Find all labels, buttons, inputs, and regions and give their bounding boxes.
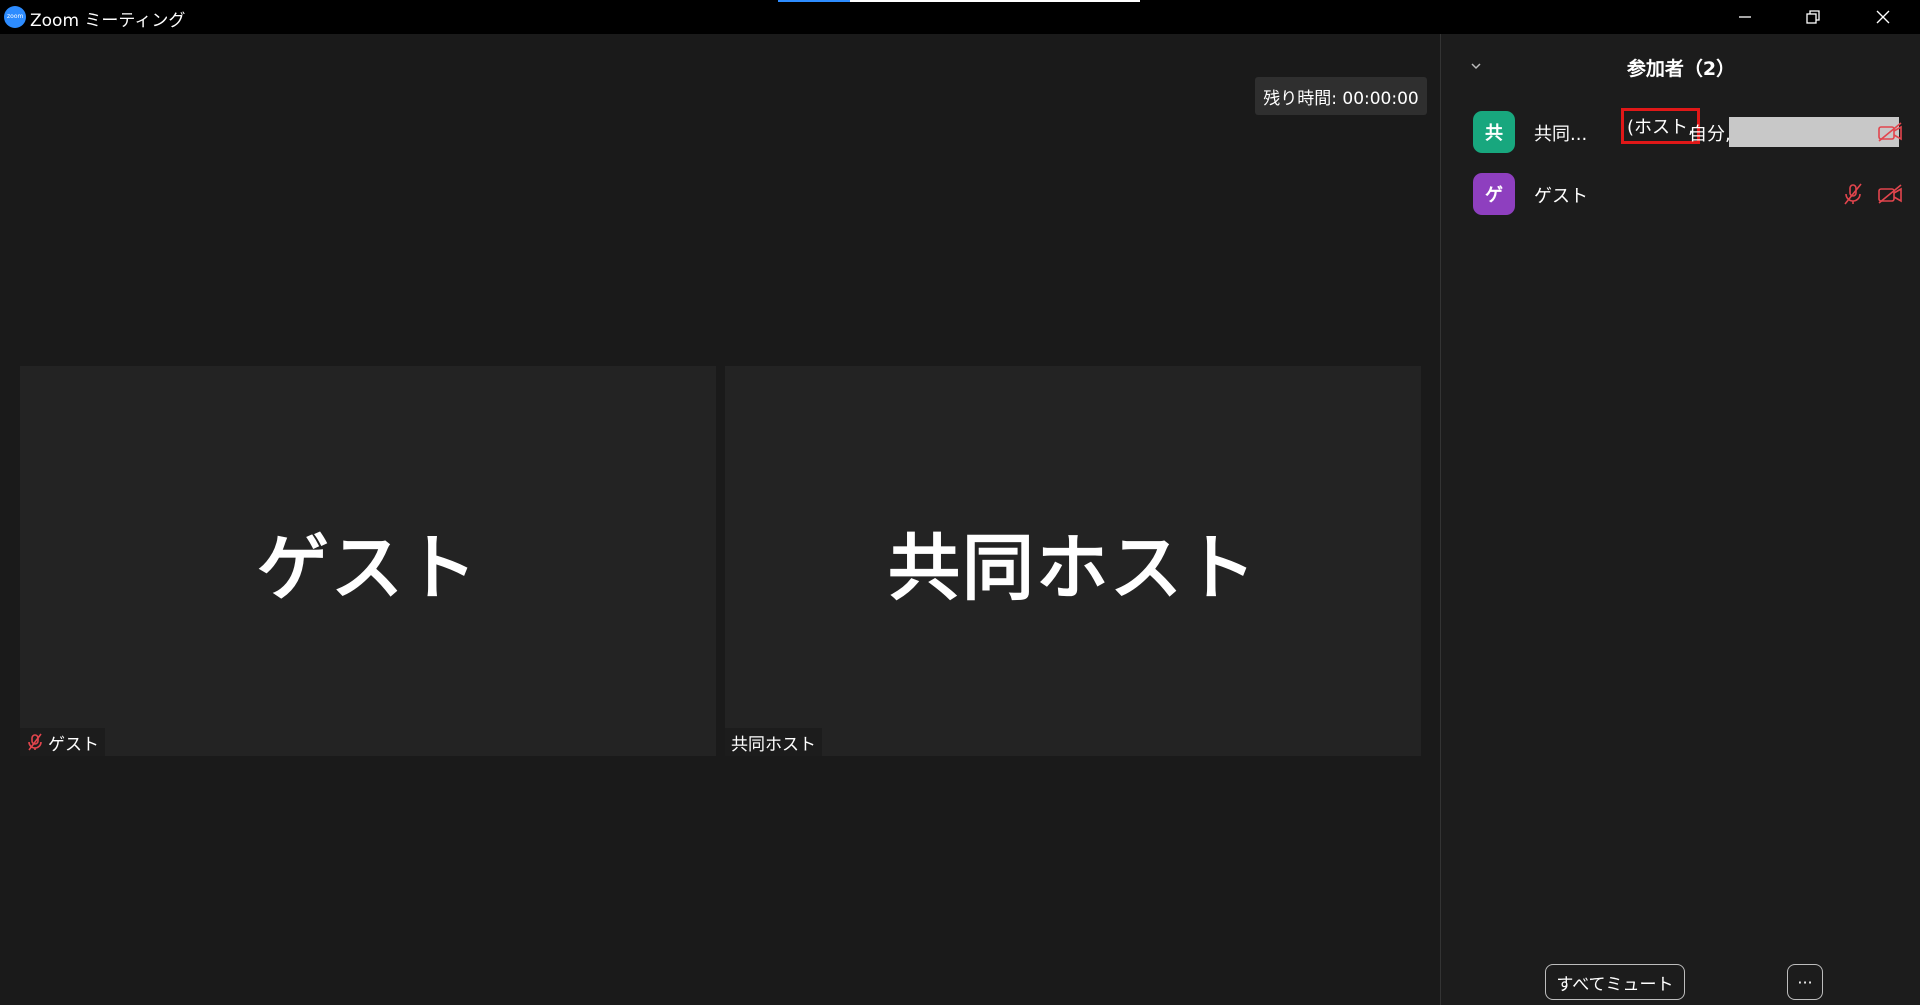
participant-row[interactable]: ゲ ゲスト [1473,173,1903,217]
avatar: ゲ [1473,173,1515,215]
window-title: Zoom ミーティング [30,11,186,31]
zoom-logo-icon [4,6,26,28]
minimize-button[interactable] [1710,0,1780,34]
video-stage: 残り時間: 00:00:00 ゲスト ゲスト 共同ホスト 共同ホスト [0,34,1440,1005]
participant-name: ゲスト [1534,186,1588,207]
video-tile-guest[interactable]: ゲスト ゲスト [20,366,716,756]
participant-row[interactable]: 共 共同... (ホスト, 自分, [1473,108,1903,155]
title-bar: Zoom ミーティング [0,0,1920,34]
tile-label-text: ゲスト [48,734,99,755]
video-tile-cohost[interactable]: 共同ホスト 共同ホスト [725,366,1421,756]
participant-name: 共同... [1534,124,1588,145]
video-off-button[interactable] [1877,121,1903,147]
close-icon [1876,10,1890,24]
tile-name-label: ゲスト [20,728,105,756]
avatar: 共 [1473,111,1515,153]
video-off-button[interactable] [1877,183,1903,209]
loading-progress-bar [778,0,1140,2]
minimize-icon [1739,16,1751,18]
participants-panel: 参加者（2） 共 共同... (ホスト, 自分, ゲ ゲスト すべてミュート ·… [1440,34,1920,1005]
restore-icon [1806,10,1820,24]
redacted-text [1729,117,1899,147]
host-role-tag: (ホスト, [1621,108,1700,144]
mute-all-button[interactable]: すべてミュート [1545,964,1685,1000]
mic-muted-button[interactable] [1841,183,1865,209]
mic-muted-icon [1844,183,1862,205]
close-button[interactable] [1848,0,1918,34]
self-role-tag: 自分, [1689,124,1731,145]
video-off-icon [1878,122,1902,142]
tile-name-label: 共同ホスト [725,728,822,756]
tile-display-name: 共同ホスト [887,525,1258,610]
remaining-time: 残り時間: 00:00:00 [1255,77,1427,115]
video-off-icon [1878,184,1902,204]
panel-title: 参加者（2） [1626,58,1736,80]
tile-label-text: 共同ホスト [731,734,816,755]
tile-display-name: ゲスト [256,525,479,610]
more-options-button[interactable]: ··· [1787,964,1823,1000]
loading-progress-fill [778,0,851,2]
restore-button[interactable] [1778,0,1848,34]
mic-muted-icon [28,733,42,751]
